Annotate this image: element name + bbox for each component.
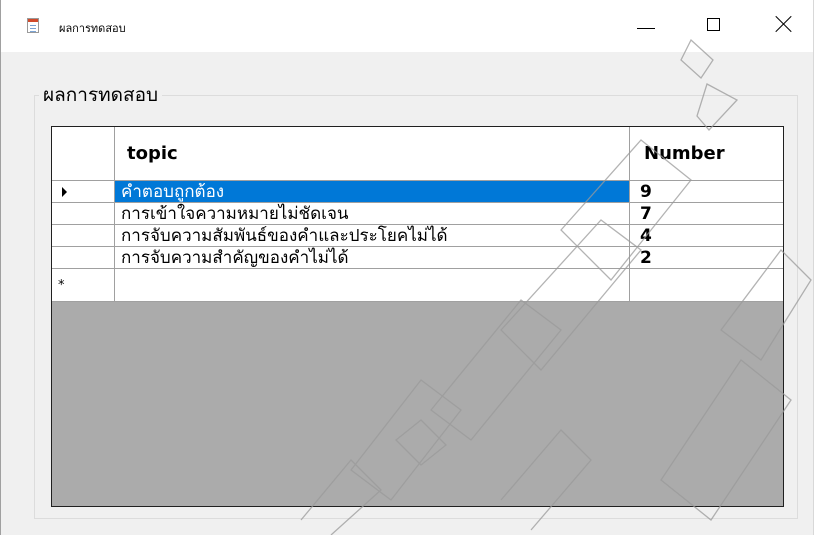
row-header-cell[interactable] (52, 247, 115, 269)
close-icon (775, 15, 793, 33)
table-row[interactable]: การเข้าใจความหมายไม่ชัดเจน 7 (52, 203, 783, 225)
current-row-arrow-icon (62, 187, 67, 197)
number-cell[interactable] (630, 269, 783, 302)
row-header-cell[interactable] (52, 203, 115, 225)
topic-cell[interactable]: การจับความสัมพันธ์ของคำและประโยคไม่ได้ (115, 225, 630, 247)
groupbox-title: ผลการทดสอบ (39, 80, 163, 110)
grid-header-row: topic Number (52, 127, 783, 181)
close-button[interactable] (761, 0, 807, 52)
number-cell[interactable]: 2 (630, 247, 783, 269)
row-header-cell[interactable]: * (52, 269, 115, 302)
results-data-grid[interactable]: topic Number คำตอบถูกต้อง 9 การเข้าใจควา… (51, 126, 784, 507)
new-row[interactable]: * (52, 269, 783, 302)
title-bar[interactable]: ผลการทดสอบ (1, 0, 813, 52)
table-row[interactable]: การจับความสัมพันธ์ของคำและประโยคไม่ได้ 4 (52, 225, 783, 247)
column-header-number[interactable]: Number (630, 127, 783, 181)
table-row[interactable]: การจับความสำคัญของคำไม่ได้ 2 (52, 247, 783, 269)
minimize-button[interactable] (623, 0, 669, 52)
column-header-topic[interactable]: topic (115, 127, 630, 181)
number-cell[interactable]: 4 (630, 225, 783, 247)
topic-cell[interactable]: การเข้าใจความหมายไม่ชัดเจน (115, 203, 630, 225)
number-cell[interactable]: 9 (630, 181, 783, 203)
maximize-button[interactable] (691, 0, 737, 52)
maximize-icon (707, 18, 720, 31)
topic-cell[interactable]: การจับความสำคัญของคำไม่ได้ (115, 247, 630, 269)
main-window: ผลการทดสอบ ผลการทดสอบ topic Number คำตอบ… (0, 0, 814, 535)
row-header-cell[interactable] (52, 181, 115, 203)
form-icon (27, 18, 39, 33)
number-cell[interactable]: 7 (630, 203, 783, 225)
topic-cell[interactable]: คำตอบถูกต้อง (115, 181, 630, 203)
minimize-icon (637, 28, 655, 29)
top-left-header-cell[interactable] (52, 127, 115, 181)
topic-cell[interactable] (115, 269, 630, 302)
table-row[interactable]: คำตอบถูกต้อง 9 (52, 181, 783, 203)
new-row-marker: * (58, 278, 65, 293)
row-header-cell[interactable] (52, 225, 115, 247)
window-title: ผลการทดสอบ (59, 22, 126, 35)
